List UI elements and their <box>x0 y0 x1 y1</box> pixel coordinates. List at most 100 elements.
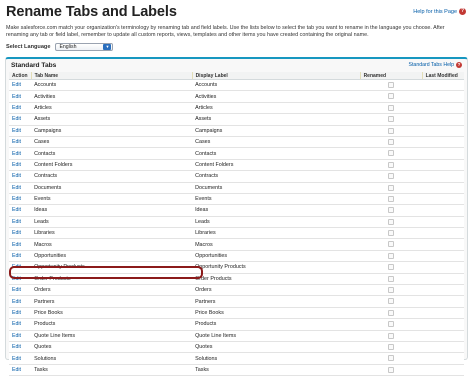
tab-name-cell: Contacts <box>31 147 193 160</box>
tab-name-cell: Order Products <box>31 273 193 286</box>
help-link-label[interactable]: Help for this Page <box>413 9 457 15</box>
tab-name-cell: Opportunity Products <box>31 261 193 274</box>
table-row: Edit Cases Cases <box>9 136 464 149</box>
last-modified-cell <box>422 307 464 320</box>
renamed-checkbox <box>388 298 395 305</box>
display-label-cell: Quotes <box>192 341 361 354</box>
renamed-checkbox <box>388 81 395 88</box>
standard-tabs-panel: Standard Tabs Standard Tabs Help ? Actio… <box>5 57 468 376</box>
edit-link[interactable]: Edit <box>9 238 32 251</box>
edit-link[interactable]: Edit <box>9 307 32 320</box>
edit-link[interactable]: Edit <box>9 318 32 331</box>
last-modified-cell <box>422 193 464 206</box>
display-label-cell: Cases <box>192 136 361 149</box>
header-action: Action <box>9 72 32 80</box>
table-row: Edit Contacts Contacts <box>9 147 464 160</box>
help-icon[interactable]: ? <box>459 8 466 15</box>
display-label-cell: Campaigns <box>192 125 361 137</box>
table-row: Edit Orders Orders <box>9 284 464 297</box>
edit-link[interactable]: Edit <box>9 147 32 160</box>
renamed-cell <box>360 273 423 286</box>
tab-name-cell: Quote Line Items <box>31 330 193 343</box>
renamed-checkbox <box>388 138 395 145</box>
last-modified-cell <box>422 250 464 263</box>
renamed-checkbox <box>388 355 395 362</box>
display-label-cell: Contacts <box>192 147 361 160</box>
table-row: Edit Documents Documents <box>9 182 464 194</box>
language-select[interactable]: English ▼ <box>55 43 114 51</box>
display-label-cell: Content Folders <box>192 159 361 172</box>
help-icon[interactable]: ? <box>456 62 462 68</box>
renamed-checkbox <box>388 241 395 248</box>
display-label-cell: Price Books <box>192 307 361 320</box>
table-row: Edit Ideas Ideas <box>9 204 464 217</box>
table-row: Edit Opportunity Products Opportunity Prod… <box>9 261 464 274</box>
tab-name-cell: Cases <box>31 136 193 149</box>
chevron-down-icon: ▼ <box>103 44 112 50</box>
last-modified-cell <box>422 79 464 92</box>
tab-name-cell: Articles <box>31 102 193 115</box>
renamed-cell <box>360 147 423 160</box>
renamed-cell <box>360 159 423 172</box>
standard-tabs-help-label[interactable]: Standard Tabs Help <box>409 62 454 68</box>
help-for-page-link[interactable]: Help for this Page ? <box>413 8 466 15</box>
table-row: Edit Accounts Accounts <box>9 79 464 92</box>
last-modified-cell <box>422 273 464 286</box>
edit-link[interactable]: Edit <box>9 113 32 126</box>
intro-text: Make salesforce.com match your organizat… <box>6 25 445 38</box>
edit-link[interactable]: Edit <box>9 330 32 343</box>
standard-tabs-help-link[interactable]: Standard Tabs Help ? <box>409 62 462 68</box>
display-label-cell: Ideas <box>192 204 361 217</box>
edit-link[interactable]: Edit <box>9 170 32 183</box>
renamed-checkbox <box>388 93 395 100</box>
edit-link[interactable]: Edit <box>9 193 32 206</box>
renamed-cell <box>360 193 423 206</box>
renamed-cell <box>360 102 423 115</box>
edit-link[interactable]: Edit <box>9 159 32 172</box>
edit-link[interactable]: Edit <box>9 250 32 263</box>
edit-link[interactable]: Edit <box>9 204 32 217</box>
edit-link[interactable]: Edit <box>9 125 32 137</box>
tab-name-cell: Activities <box>31 90 193 103</box>
renamed-checkbox <box>388 252 395 259</box>
tab-name-cell: Accounts <box>31 79 193 92</box>
edit-link[interactable]: Edit <box>9 227 32 240</box>
renamed-checkbox <box>388 150 395 157</box>
renamed-checkbox <box>388 309 395 316</box>
last-modified-cell <box>422 136 464 149</box>
edit-link[interactable]: Edit <box>9 182 32 194</box>
renamed-cell <box>360 125 423 137</box>
table-row: Edit Contracts Contracts <box>9 170 464 183</box>
display-label-cell: Contracts <box>192 170 361 183</box>
display-label-cell: Accounts <box>192 79 361 92</box>
display-label-cell: Libraries <box>192 227 361 240</box>
tab-name-cell: Quotes <box>31 341 193 354</box>
edit-link[interactable]: Edit <box>9 284 32 297</box>
tab-name-cell: Documents <box>31 182 193 194</box>
table-row: Edit Products Products <box>9 318 464 331</box>
table-header-row: Action Tab Name Display Label Renamed La… <box>9 72 464 80</box>
last-modified-cell <box>422 318 464 331</box>
tab-name-cell: Assets <box>31 113 193 126</box>
edit-link[interactable]: Edit <box>9 295 32 308</box>
edit-link[interactable]: Edit <box>9 136 32 149</box>
last-modified-cell <box>422 125 464 137</box>
tab-name-cell: Libraries <box>31 227 193 240</box>
edit-link[interactable]: Edit <box>9 273 32 286</box>
edit-link[interactable]: Edit <box>9 79 32 92</box>
edit-link[interactable]: Edit <box>9 364 32 376</box>
display-label-cell: Leads <box>192 216 361 229</box>
edit-link[interactable]: Edit <box>9 216 32 229</box>
renamed-checkbox <box>388 321 395 328</box>
display-label-cell: Opportunity Products <box>192 261 361 274</box>
edit-link[interactable]: Edit <box>9 90 32 103</box>
edit-link[interactable]: Edit <box>9 102 32 115</box>
edit-link[interactable]: Edit <box>9 352 32 365</box>
page-title: Rename Tabs and Labels <box>6 4 177 20</box>
last-modified-cell <box>422 261 464 274</box>
renamed-checkbox <box>388 184 395 191</box>
edit-link[interactable]: Edit <box>9 341 32 354</box>
renamed-checkbox <box>388 366 395 373</box>
edit-link[interactable]: Edit <box>9 261 32 274</box>
renamed-cell <box>360 238 423 251</box>
